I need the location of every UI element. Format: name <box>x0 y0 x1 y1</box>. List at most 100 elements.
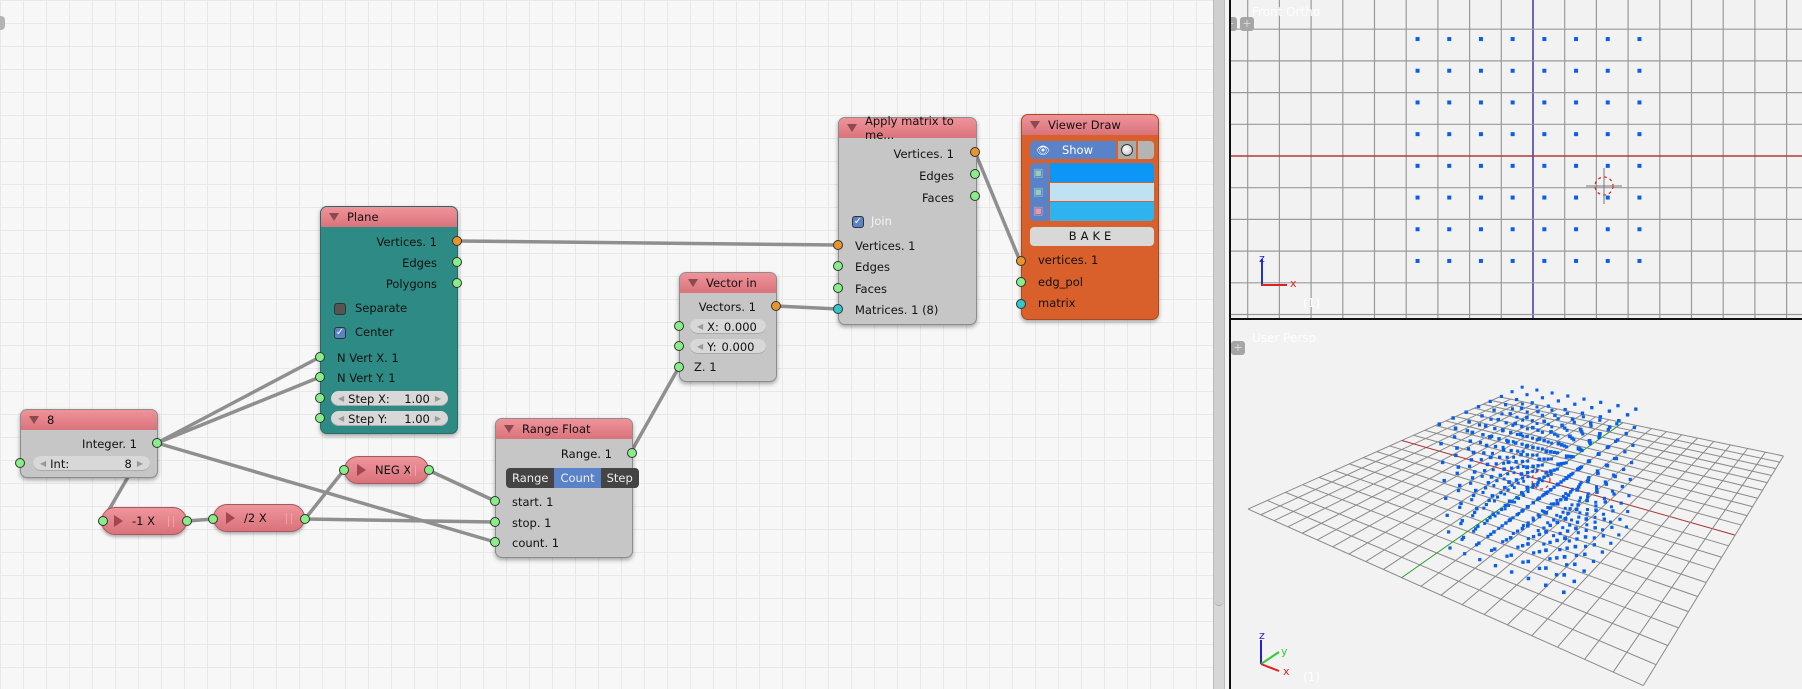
apply-edges-input-socket[interactable] <box>833 261 843 271</box>
mode-range[interactable]: Range <box>506 468 554 488</box>
vertex-point <box>1483 486 1488 490</box>
range-start-input-socket[interactable] <box>490 496 500 506</box>
node-header[interactable]: Plane <box>321 207 457 227</box>
plane-stepy-input-socket[interactable] <box>315 413 325 423</box>
decrement-arrow-icon[interactable]: ◀ <box>338 414 344 423</box>
scrollbar-thumb[interactable] <box>1214 0 1224 606</box>
vector-y-input-socket[interactable] <box>674 341 684 351</box>
plane-nvertx-input-socket[interactable] <box>315 352 325 362</box>
collapse-triangle-icon[interactable] <box>847 124 857 132</box>
integer-output-socket[interactable] <box>152 438 162 448</box>
apply-matrices-input-socket[interactable] <box>833 304 843 314</box>
separate-checkbox[interactable] <box>334 303 346 315</box>
toolbar-expand-icon[interactable]: + <box>1231 17 1237 31</box>
range-float-node[interactable]: Range Float Range. 1 Range Count Step st… <box>495 418 639 558</box>
vertex-point <box>1492 530 1496 534</box>
vector-z-input-socket[interactable] <box>674 362 684 372</box>
int-input-socket[interactable] <box>15 458 25 468</box>
plane-nverty-input-socket[interactable] <box>315 372 325 382</box>
expand-triangle-icon[interactable] <box>226 512 235 524</box>
div2x-input-socket[interactable] <box>208 514 218 524</box>
plane-vertices-output-socket[interactable] <box>452 236 462 246</box>
node-header[interactable]: Viewer Draw <box>1022 115 1158 135</box>
node-header[interactable]: Range Float <box>496 419 632 439</box>
y-field[interactable]: ◀ Y: 0.000 <box>690 339 766 354</box>
neg1x-input-socket[interactable] <box>98 516 108 526</box>
collapse-triangle-icon[interactable] <box>504 425 514 433</box>
center-checkbox[interactable]: ✓ <box>334 327 346 339</box>
node-header[interactable]: Apply matrix to me... <box>839 114 976 142</box>
range-count-input-socket[interactable] <box>490 537 500 547</box>
mode-selector[interactable]: Range Count Step <box>506 468 639 488</box>
range-output-socket[interactable] <box>627 448 637 458</box>
vector-in-node[interactable]: Vector in Vectors. 1 ◀ X: 0.000 ◀ Y: 0.0… <box>679 272 777 382</box>
negx-output-socket[interactable] <box>424 465 434 475</box>
integer-node[interactable]: 8 Integer. 1 ◀ Int: 8 ▶ <box>20 409 158 478</box>
viewer-matrix-input-socket[interactable] <box>1016 299 1026 309</box>
persp-view-canvas[interactable] <box>1231 320 1802 689</box>
range-stop-input-socket[interactable] <box>490 517 500 527</box>
int-field[interactable]: ◀ Int: 8 ▶ <box>33 456 150 471</box>
properties-expand-icon[interactable]: + <box>1240 17 1254 31</box>
apply-faces-input-socket[interactable] <box>833 283 843 293</box>
decrement-arrow-icon[interactable]: ◀ <box>40 459 46 468</box>
vertex-point <box>1626 510 1630 514</box>
apply-matrix-node[interactable]: Apply matrix to me... Vertices. 1 Edges … <box>838 114 977 325</box>
vertex-point <box>1495 479 1499 483</box>
user-persp-viewport[interactable]: User Persp + z y x (1) <box>1231 320 1802 689</box>
collapse-triangle-icon[interactable] <box>688 279 698 287</box>
viewer-vertices-input-socket[interactable] <box>1016 256 1026 266</box>
expand-triangle-icon[interactable] <box>357 464 366 476</box>
face-color-swatch[interactable] <box>1050 202 1154 221</box>
node-header[interactable]: Vector in <box>680 273 776 293</box>
front-view-canvas[interactable] <box>1231 0 1802 318</box>
mode-step[interactable]: Step <box>601 468 639 488</box>
collapse-triangle-icon[interactable] <box>329 213 339 221</box>
viewer-draw-node[interactable]: Viewer Draw 👁 Show ▣ ▣ ▣ BAKE vertices. … <box>1021 114 1159 320</box>
vector-output-socket[interactable] <box>771 301 781 311</box>
extra-toggle[interactable] <box>1138 141 1154 159</box>
negx-node[interactable]: NEG X <box>344 456 429 484</box>
vertex-color-swatch[interactable] <box>1050 163 1154 182</box>
plane-polygons-output-socket[interactable] <box>452 278 462 288</box>
vertex-point <box>1637 227 1642 232</box>
apply-faces-output-socket[interactable] <box>970 191 980 201</box>
expand-triangle-icon[interactable] <box>114 515 123 527</box>
increment-arrow-icon[interactable]: ▶ <box>137 459 143 468</box>
div2x-node[interactable]: /2 X <box>213 504 305 532</box>
step-x-field[interactable]: ◀ Step X: 1.00 ▶ <box>331 391 448 406</box>
node-header[interactable]: 8 <box>21 410 157 430</box>
neg1x-node[interactable]: -1 X <box>101 507 187 535</box>
plane-stepx-input-socket[interactable] <box>315 393 325 403</box>
apply-edges-output-socket[interactable] <box>970 169 980 179</box>
vector-x-input-socket[interactable] <box>674 321 684 331</box>
x-field[interactable]: ◀ X: 0.000 <box>690 319 766 334</box>
collapse-triangle-icon[interactable] <box>29 416 39 424</box>
toolbar-expand-icon[interactable]: + <box>1231 341 1245 355</box>
shading-toggle[interactable] <box>1118 141 1136 159</box>
decrement-arrow-icon[interactable]: ◀ <box>338 394 344 403</box>
plane-edges-output-socket[interactable] <box>452 257 462 267</box>
decrement-arrow-icon[interactable]: ◀ <box>697 342 703 351</box>
step-y-field[interactable]: ◀ Step Y: 1.00 ▶ <box>331 411 448 426</box>
apply-vertices-output-socket[interactable] <box>970 147 980 157</box>
edge-color-swatch[interactable] <box>1050 183 1154 201</box>
apply-vertices-input-socket[interactable] <box>833 240 843 250</box>
bake-button[interactable]: BAKE <box>1030 227 1154 246</box>
node-editor[interactable]: 8 Integer. 1 ◀ Int: 8 ▶ -1 X /2 X NEG X … <box>0 0 1213 689</box>
increment-arrow-icon[interactable]: ▶ <box>435 414 441 423</box>
plane-node[interactable]: Plane Vertices. 1 Edges Polygons Separat… <box>320 206 458 434</box>
show-toggle[interactable]: 👁 Show <box>1030 141 1116 159</box>
negx-input-socket[interactable] <box>339 465 349 475</box>
div2x-output-socket[interactable] <box>300 514 310 524</box>
collapse-triangle-icon[interactable] <box>1030 121 1040 129</box>
int-value: 8 <box>124 456 132 471</box>
vertex-point <box>1466 447 1471 451</box>
join-checkbox[interactable]: ✓ <box>852 216 864 228</box>
mode-count[interactable]: Count <box>554 468 601 488</box>
front-ortho-viewport[interactable]: Front Ortho + + z x (1) <box>1231 0 1802 318</box>
decrement-arrow-icon[interactable]: ◀ <box>697 322 703 331</box>
viewer-edgpol-input-socket[interactable] <box>1016 277 1026 287</box>
increment-arrow-icon[interactable]: ▶ <box>435 394 441 403</box>
neg1x-output-socket[interactable] <box>182 516 192 526</box>
